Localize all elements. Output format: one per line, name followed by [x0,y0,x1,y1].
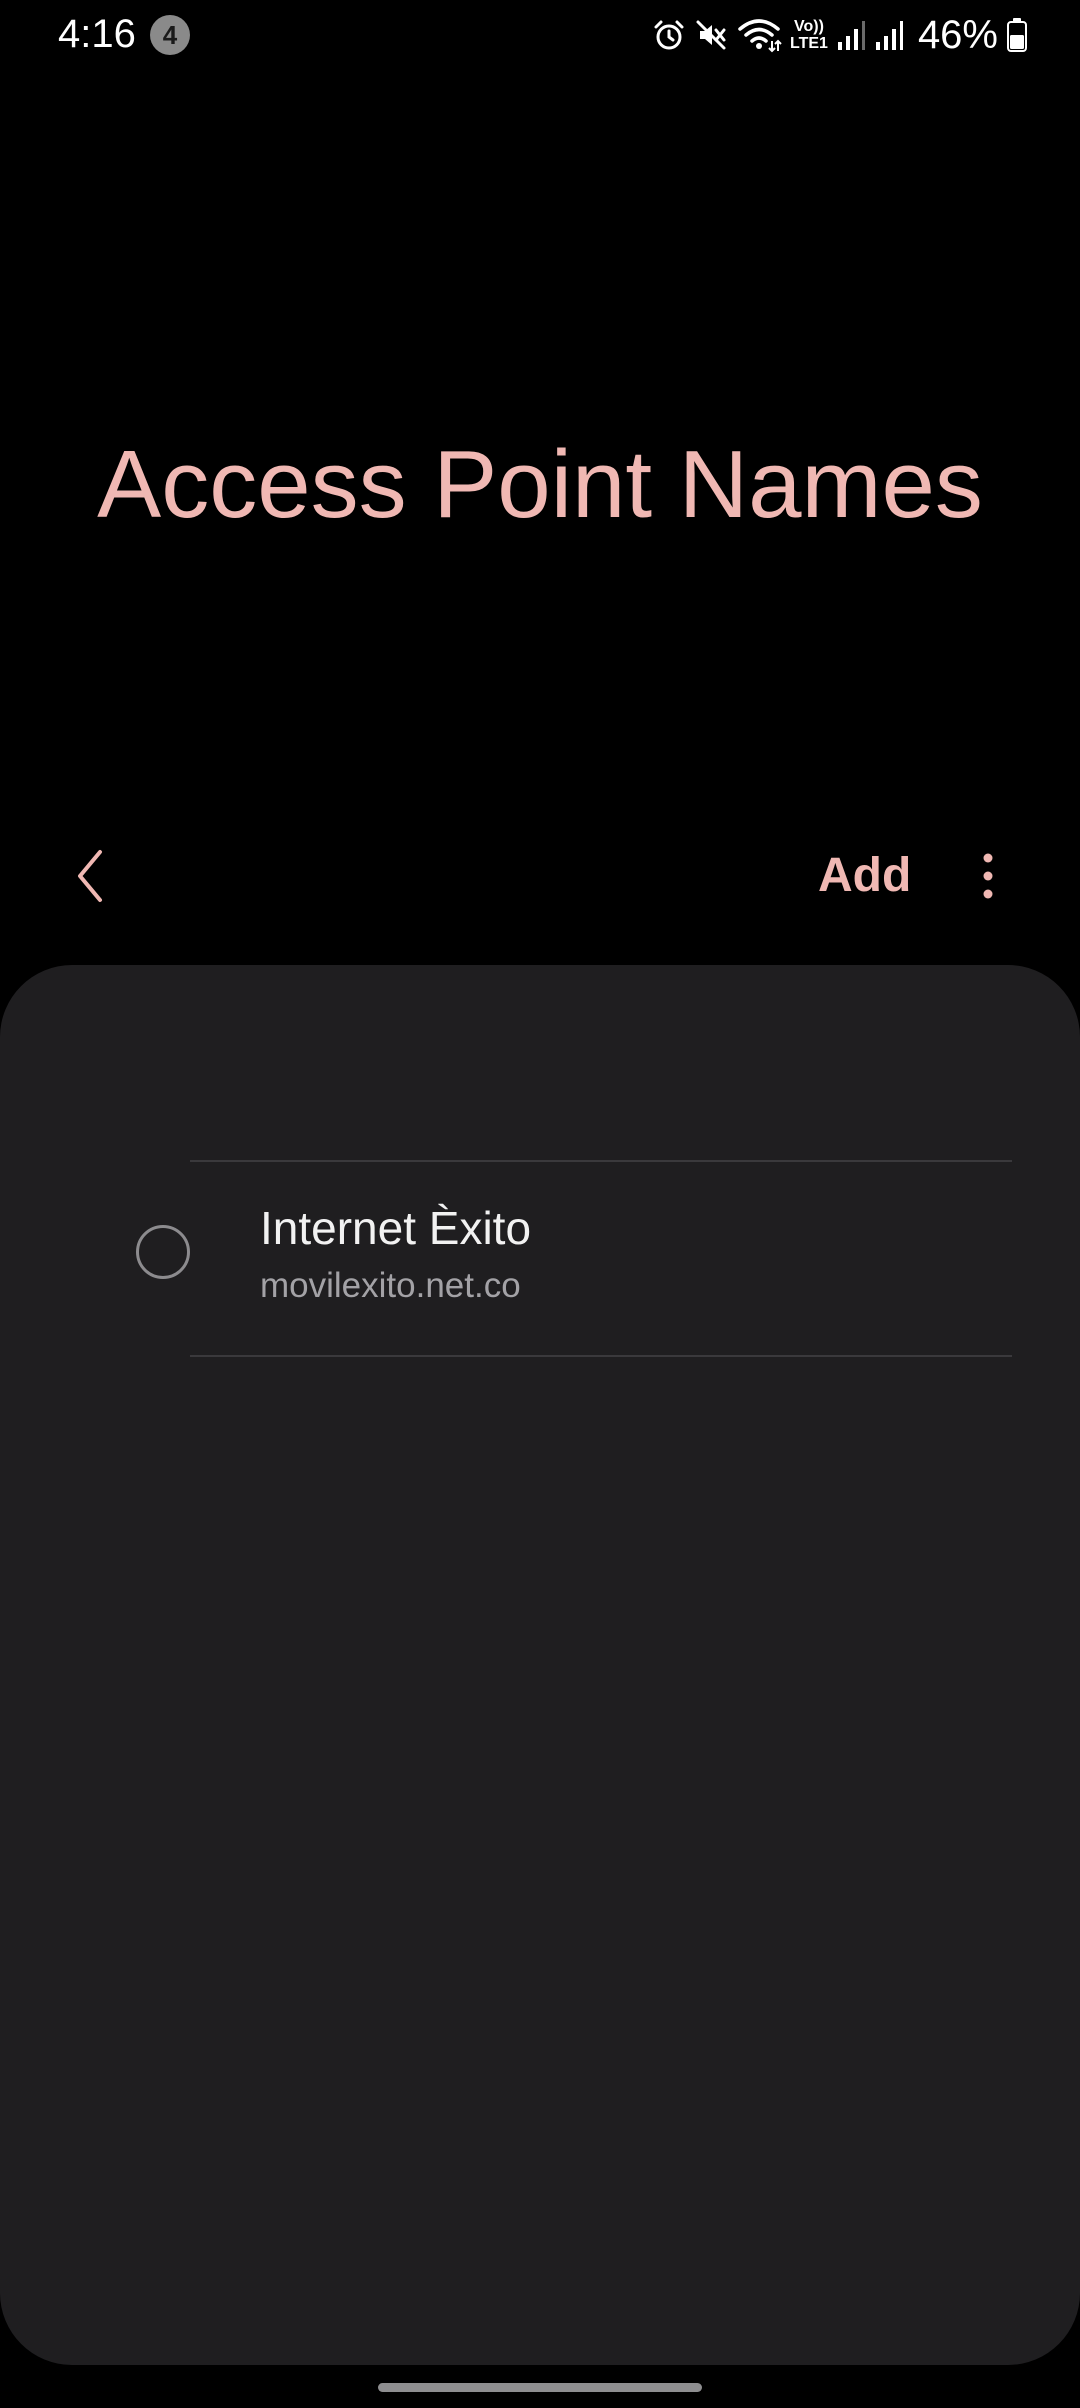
signal-icon [874,18,904,52]
apn-list-item[interactable]: Internet Èxito movilexito.net.co [0,1160,1080,1355]
network-type-top: Vo)) [794,18,824,35]
toolbar: Add [0,830,1080,922]
apn-list-card: Internet Èxito movilexito.net.co [0,965,1080,2365]
navigation-handle[interactable] [378,2383,702,2392]
divider [190,1355,1012,1357]
back-button[interactable] [56,842,124,910]
chevron-left-icon [78,850,102,902]
apn-address: movilexito.net.co [260,1266,521,1305]
status-icons: Vo)) LTE1 46% [652,10,1028,60]
battery-percent: 46% [917,13,998,57]
notification-count-badge: 4 [150,15,190,55]
battery-icon [1006,17,1028,53]
volte-icon: Vo)) LTE1 [790,18,828,52]
alarm-icon [652,18,686,52]
signal-icon [836,18,866,52]
status-time: 4:16 [58,12,136,56]
network-type-bottom: LTE1 [790,35,828,52]
apn-radio-button[interactable] [136,1225,190,1279]
more-vertical-icon [983,853,993,899]
page-title: Access Point Names [97,431,983,538]
more-options-button[interactable] [960,842,1016,910]
add-button[interactable]: Add [818,844,911,908]
mute-icon [694,18,728,52]
apn-name: Internet Èxito [260,1202,532,1254]
status-bar: 4:16 4 Vo)) LTE1 46% [0,0,1080,70]
wifi-icon [736,17,782,53]
